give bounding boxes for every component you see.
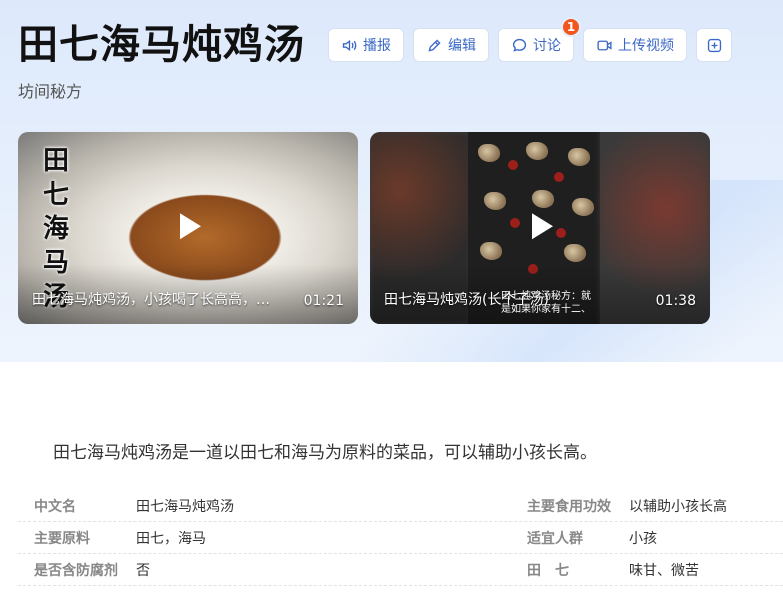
info-key: 主要食用功效: [527, 498, 611, 515]
broadcast-label: 播报: [363, 38, 391, 54]
broadcast-button[interactable]: 播报: [328, 28, 404, 62]
herb-piece: [568, 148, 590, 166]
info-table: 中文名 田七海马炖鸡汤 主要食用功效 以辅助小孩长高 主要原料 田七，海马 适宜…: [18, 490, 783, 586]
page-subtitle: 坊间秘方: [18, 82, 83, 101]
play-icon[interactable]: [171, 209, 205, 243]
info-key: 适宜人群: [527, 530, 583, 547]
info-key: 主要原料: [34, 530, 90, 547]
video-duration: 01:38: [655, 293, 696, 309]
upload-video-button[interactable]: 上传视频: [583, 28, 687, 62]
herb-piece: [532, 190, 554, 208]
herb-piece: [572, 198, 594, 216]
herb-piece: [564, 244, 586, 262]
edit-label: 编辑: [448, 38, 476, 54]
date-piece: [556, 228, 566, 238]
table-row: 是否含防腐剂 否 田 七 味甘、微苦: [18, 554, 783, 586]
date-piece: [510, 218, 520, 228]
video-caption: 田七海马炖鸡汤，小孩喝了长高高，…: [32, 292, 270, 308]
video-caption: 田七海马炖鸡汤(长个子汤): [384, 292, 549, 308]
info-value: 味甘、微苦: [629, 562, 699, 579]
discuss-button[interactable]: 讨论 1: [498, 17, 581, 62]
video-card[interactable]: 田七炖鸡汤秘方：就是如果你家有十二、 田七海马炖鸡汤(长个子汤) 01:38: [370, 132, 710, 324]
info-value: 田七海马炖鸡汤: [136, 498, 234, 515]
herb-piece: [480, 242, 502, 260]
table-row: 主要原料 田七，海马 适宜人群 小孩: [18, 522, 783, 554]
chat-bubble-icon: [512, 38, 527, 52]
video-camera-icon: [597, 40, 612, 50]
info-key: 中文名: [34, 498, 76, 515]
date-piece: [554, 172, 564, 182]
info-value: 以辅助小孩长高: [629, 498, 727, 515]
video-card[interactable]: 田七海马汤 田七海马炖鸡汤，小孩喝了长高高，… 01:21: [18, 132, 358, 324]
herb-piece: [478, 144, 500, 162]
page-title: 田七海马炖鸡汤: [18, 22, 305, 68]
info-value: 田七，海马: [136, 530, 206, 547]
discuss-label: 讨论: [533, 38, 561, 54]
herb-piece: [484, 192, 506, 210]
video-duration: 01:21: [303, 293, 344, 309]
info-value: 否: [136, 562, 150, 579]
info-key: 田 七: [527, 562, 569, 579]
hero-banner: 田七海马炖鸡汤 坊间秘方 播报 编辑 讨论 1 上传视频 田七海马 田七海马炖鸡…: [0, 0, 783, 362]
date-piece: [508, 160, 518, 170]
add-button[interactable]: [696, 28, 732, 62]
action-toolbar: 播报 编辑 讨论 1 上传视频: [328, 17, 732, 62]
upload-video-label: 上传视频: [618, 38, 674, 54]
summary-paragraph: 田七海马炖鸡汤是一道以田七和海马为原料的菜品，可以辅助小孩长高。: [53, 443, 597, 463]
herb-piece: [526, 142, 548, 160]
play-icon[interactable]: [523, 209, 557, 243]
info-key: 是否含防腐剂: [34, 562, 118, 579]
discuss-count-badge: 1: [561, 17, 581, 37]
speaker-icon: [342, 39, 357, 51]
table-row: 中文名 田七海马炖鸡汤 主要食用功效 以辅助小孩长高: [18, 490, 783, 522]
info-value: 小孩: [629, 530, 657, 547]
edit-button[interactable]: 编辑: [413, 28, 489, 62]
pencil-icon: [428, 38, 441, 52]
plus-square-icon: [707, 38, 721, 52]
